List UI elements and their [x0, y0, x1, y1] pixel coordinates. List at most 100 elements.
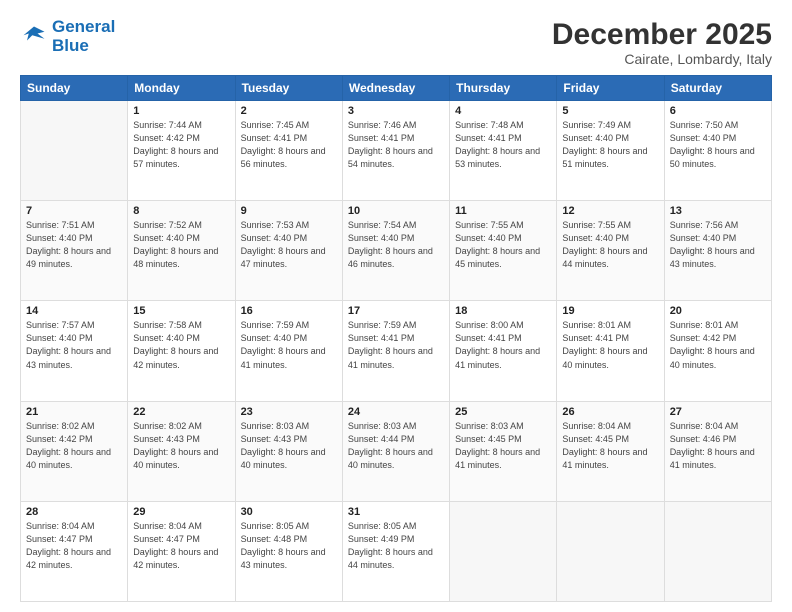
day-info: Sunrise: 7:54 AMSunset: 4:40 PMDaylight:… [348, 219, 444, 271]
sunrise-text: Sunrise: 7:51 AM [26, 220, 95, 230]
sunrise-text: Sunrise: 7:56 AM [670, 220, 739, 230]
calendar-header-row: SundayMondayTuesdayWednesdayThursdayFrid… [21, 76, 772, 101]
sunrise-text: Sunrise: 7:59 AM [241, 320, 310, 330]
logo-line1: General [52, 18, 115, 37]
weekday-header: Tuesday [235, 76, 342, 101]
day-info: Sunrise: 8:05 AM Sunset: 4:48 PM Daylight:… [241, 520, 337, 572]
day-info: Sunrise: 8:04 AMSunset: 4:45 PMDaylight:… [562, 420, 658, 472]
day-number: 14 [26, 305, 122, 317]
day-info: Sunrise: 7:44 AMSunset: 4:42 PMDaylight:… [133, 119, 229, 171]
logo-icon [20, 23, 48, 51]
day-info: Sunrise: 7:48 AMSunset: 4:41 PMDaylight:… [455, 119, 551, 171]
day-info: Sunrise: 8:03 AMSunset: 4:43 PMDaylight:… [241, 420, 337, 472]
calendar-cell: 28Sunrise: 8:04 AMSunset: 4:47 PMDayligh… [21, 501, 128, 601]
sunset-text: Sunset: 4:47 PM [133, 534, 200, 544]
sunset-text: Sunset: 4:41 PM [241, 133, 308, 143]
day-number: 9 [241, 205, 337, 217]
sunrise-text: Sunrise: 8:05 AM [348, 521, 417, 531]
sunrise-text: Sunrise: 8:04 AM [26, 521, 95, 531]
calendar-cell: 31Sunrise: 8:05 AMSunset: 4:49 PMDayligh… [342, 501, 449, 601]
sunset-text: Sunset: 4:40 PM [26, 233, 93, 243]
day-number: 13 [670, 205, 766, 217]
sunset-text: Sunset: 4:40 PM [670, 133, 737, 143]
sunset-text: Sunset: 4:41 PM [455, 333, 522, 343]
day-number: 28 [26, 506, 122, 518]
sunset-text: Sunset: 4:45 PM [455, 434, 522, 444]
daylight-text: Daylight: 8 hours and 43 minutes. [26, 346, 111, 369]
sunrise-text: Sunrise: 7:49 AM [562, 120, 631, 130]
sunrise-text: Sunrise: 8:00 AM [455, 320, 524, 330]
sunset-text: Sunset: 4:45 PM [562, 434, 629, 444]
weekday-header: Monday [128, 76, 235, 101]
day-info: Sunrise: 8:01 AMSunset: 4:41 PMDaylight:… [562, 319, 658, 371]
sunset-text: Sunset: 4:40 PM [26, 333, 93, 343]
sunrise-text: Sunrise: 7:50 AM [670, 120, 739, 130]
weekday-header: Wednesday [342, 76, 449, 101]
sunrise-text: Sunrise: 7:55 AM [455, 220, 524, 230]
calendar-cell: 22Sunrise: 8:02 AMSunset: 4:43 PMDayligh… [128, 401, 235, 501]
calendar-cell: 16Sunrise: 7:59 AMSunset: 4:40 PMDayligh… [235, 301, 342, 401]
calendar-cell: 5 Sunrise: 7:49 AMSunset: 4:40 PMDaylight… [557, 101, 664, 201]
daylight-text: Daylight: 8 hours and 48 minutes. [133, 246, 218, 269]
calendar-cell: 24Sunrise: 8:03 AMSunset: 4:44 PMDayligh… [342, 401, 449, 501]
calendar-cell: 13Sunrise: 7:56 AMSunset: 4:40 PMDayligh… [664, 201, 771, 301]
calendar-week-row: 1 Sunrise: 7:44 AMSunset: 4:42 PMDaylight… [21, 101, 772, 201]
day-number: 5 [562, 105, 658, 117]
month-title: December 2025 [552, 18, 772, 51]
sunrise-text: Sunrise: 7:55 AM [562, 220, 631, 230]
sunset-text: Sunset: 4:40 PM [348, 233, 415, 243]
daylight-text: Daylight: 8 hours and 41 minutes. [348, 346, 433, 369]
sunrise-text: Sunrise: 8:03 AM [455, 421, 524, 431]
calendar-cell: 2Sunrise: 7:45 AMSunset: 4:41 PMDaylight… [235, 101, 342, 201]
day-number: 15 [133, 305, 229, 317]
calendar-cell: 19Sunrise: 8:01 AMSunset: 4:41 PMDayligh… [557, 301, 664, 401]
day-number: 1 [133, 105, 229, 117]
calendar-cell: 12Sunrise: 7:55 AMSunset: 4:40 PMDayligh… [557, 201, 664, 301]
sunrise-text: Sunrise: 8:02 AM [133, 421, 202, 431]
sunset-text: Sunset: 4:40 PM [562, 233, 629, 243]
sunset-text: Sunset: 4:42 PM [26, 434, 93, 444]
day-number: 25 [455, 406, 551, 418]
daylight-text: Daylight: 8 hours and 45 minutes. [455, 246, 540, 269]
weekday-header: Sunday [21, 76, 128, 101]
day-number: 29 [133, 506, 229, 518]
sunrise-text: Sunrise: 8:03 AM [348, 421, 417, 431]
day-info: Sunrise: 7:53 AMSunset: 4:40 PMDaylight:… [241, 219, 337, 271]
sunrise-text: Sunrise: 7:52 AM [133, 220, 202, 230]
day-info: Sunrise: 8:04 AMSunset: 4:46 PMDaylight:… [670, 420, 766, 472]
sunset-text: Sunset: 4:40 PM [670, 233, 737, 243]
daylight-text: Daylight: 8 hours and 40 minutes. [241, 447, 326, 470]
day-info: Sunrise: 8:03 AMSunset: 4:44 PMDaylight:… [348, 420, 444, 472]
calendar-cell: 1 Sunrise: 7:44 AMSunset: 4:42 PMDaylight… [128, 101, 235, 201]
day-info: Sunrise: 7:49 AMSunset: 4:40 PMDaylight:… [562, 119, 658, 171]
sunrise-text: Sunrise: 8:01 AM [562, 320, 631, 330]
sunset-text: Sunset: 4:43 PM [241, 434, 308, 444]
day-number: 8 [133, 205, 229, 217]
daylight-text: Daylight: 8 hours and 43 minutes. [241, 547, 326, 570]
day-number: 18 [455, 305, 551, 317]
calendar-cell: 8Sunrise: 7:52 AMSunset: 4:40 PMDaylight… [128, 201, 235, 301]
calendar-cell [450, 501, 557, 601]
sunset-text: Sunset: 4:49 PM [348, 534, 415, 544]
daylight-text: Daylight: 8 hours and 41 minutes. [455, 346, 540, 369]
calendar-cell: 23 Sunrise: 8:03 AMSunset: 4:43 PMDayligh… [235, 401, 342, 501]
sunrise-text: Sunrise: 8:05 AM [241, 521, 310, 531]
calendar-cell: 29Sunrise: 8:04 AMSunset: 4:47 PMDayligh… [128, 501, 235, 601]
daylight-text: Daylight: 8 hours and 41 minutes. [562, 447, 647, 470]
daylight-text: Daylight: 8 hours and 42 minutes. [26, 547, 111, 570]
calendar-cell: 21Sunrise: 8:02 AMSunset: 4:42 PMDayligh… [21, 401, 128, 501]
day-info: Sunrise: 8:02 AMSunset: 4:43 PMDaylight:… [133, 420, 229, 472]
day-number: 23 [241, 406, 337, 418]
sunrise-text: Sunrise: 7:58 AM [133, 320, 202, 330]
calendar-week-row: 7Sunrise: 7:51 AMSunset: 4:40 PMDaylight… [21, 201, 772, 301]
day-info: Sunrise: 7:55 AMSunset: 4:40 PMDaylight:… [562, 219, 658, 271]
calendar-cell: 26Sunrise: 8:04 AMSunset: 4:45 PMDayligh… [557, 401, 664, 501]
sunset-text: Sunset: 4:41 PM [562, 333, 629, 343]
daylight-text: Daylight: 8 hours and 46 minutes. [348, 246, 433, 269]
calendar-cell: 18 Sunrise: 8:00 AM Sunset: 4:41 PM Dayligh… [450, 301, 557, 401]
sunset-text: Sunset: 4:48 PM [241, 534, 308, 544]
sunset-text: Sunset: 4:41 PM [348, 133, 415, 143]
day-number: 21 [26, 406, 122, 418]
sunrise-text: Sunrise: 7:57 AM [26, 320, 95, 330]
sunset-text: Sunset: 4:40 PM [241, 233, 308, 243]
